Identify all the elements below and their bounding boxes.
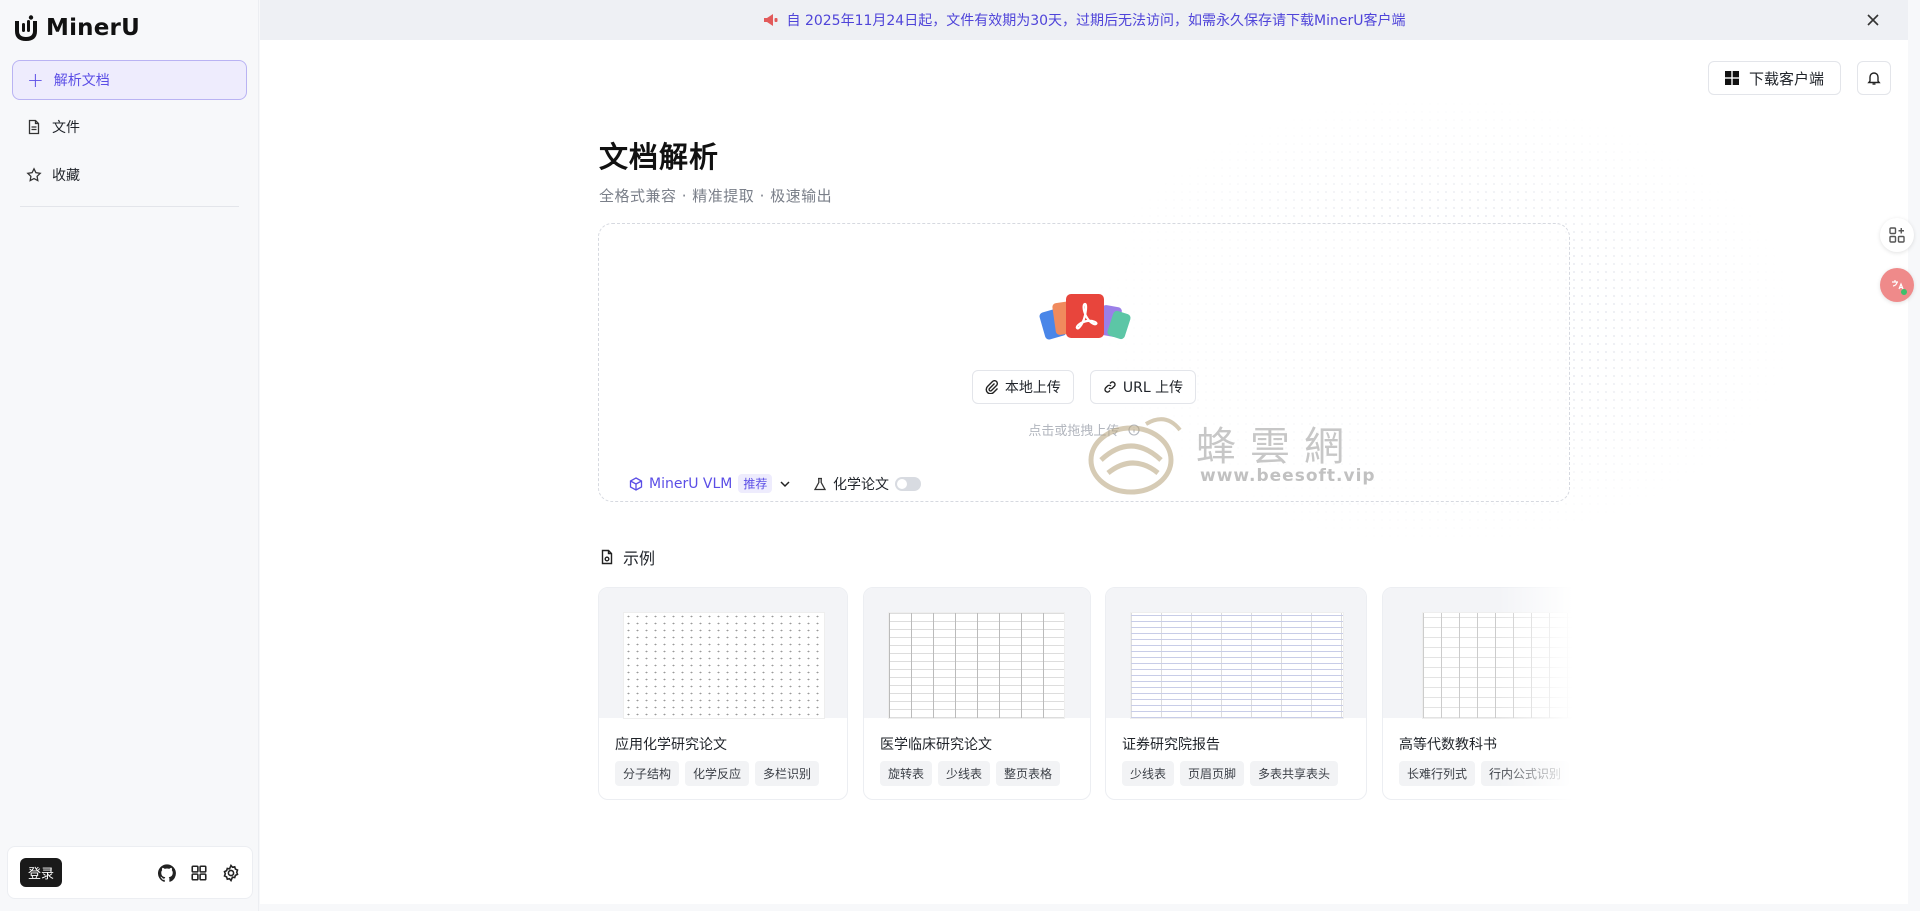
card-tag: 少线表 [1122,761,1175,786]
main-area: 自 2025年11月24日起，文件有效期为30天，过期后无法访问，如需永久保存请… [260,0,1908,904]
watermark-en: www.beesoft.vip [1200,466,1376,486]
example-card-medical[interactable]: 医学临床研究论文 旋转表 少线表 整页表格 [863,587,1091,800]
card-thumbnail [864,588,1090,718]
page-preview [889,613,1064,718]
cards-fade-overlay [1498,587,1573,802]
watermark: 蜂雲網 www.beesoft.vip [1086,410,1386,495]
app-root: MinerU + 解析文档 文件 收藏 登录 自 2025年11月24日起，文件… [0,0,1920,911]
github-icon[interactable] [158,863,176,882]
star-icon [26,167,42,182]
card-tag: 旋转表 [880,761,933,786]
card-tag: 整页表格 [996,761,1061,786]
translate-icon [1887,275,1907,295]
chemistry-paper-label: 化学论文 [833,477,889,493]
paperclip-icon [985,380,998,394]
upload-buttons: 本地上传 URL 上传 [599,370,1569,404]
page-title: 文档解析 [599,140,720,174]
page-preview [624,613,824,718]
file-types-illustration [1039,294,1131,340]
local-upload-label: 本地上传 [1004,380,1061,396]
sidebar-item-files[interactable]: 文件 [12,107,247,147]
sidebar-footer: 登录 [7,846,253,899]
logo-icon [15,15,37,41]
bell-icon [1867,72,1881,85]
download-client-button[interactable]: 下载客户端 [1708,61,1841,95]
login-button[interactable]: 登录 [20,858,63,887]
recommended-badge: 推荐 [738,474,773,493]
new-parse-button[interactable]: + 解析文档 [12,60,247,100]
model-selector[interactable]: MinerU VLM 推荐 [629,474,792,493]
card-tag: 页眉页脚 [1180,761,1245,786]
card-tags: 分子结构 化学反应 多栏识别 [615,761,820,786]
chevron-down-icon[interactable] [778,477,792,491]
card-tags: 少线表 页眉页脚 多表共享表头 [1122,761,1339,786]
plus-icon: + [27,68,44,92]
notifications-button[interactable] [1857,61,1891,95]
url-upload-button[interactable]: URL 上传 [1089,370,1197,404]
url-upload-label: URL 上传 [1122,380,1184,396]
local-upload-button[interactable]: 本地上传 [971,370,1074,404]
flask-icon [813,477,827,491]
translate-button[interactable] [1880,268,1914,302]
chemistry-paper-toggle[interactable] [895,477,921,491]
sidebar-item-favorites[interactable]: 收藏 [12,155,247,195]
example-card-chemistry[interactable]: 应用化学研究论文 分子结构 化学反应 多栏识别 [598,587,848,800]
card-title: 应用化学研究论文 [615,737,727,753]
card-tag: 多表共享表头 [1250,761,1339,786]
sidebar-divider [20,206,239,207]
card-title: 证券研究院报告 [1122,737,1220,753]
sidebar: MinerU + 解析文档 文件 收藏 登录 [0,0,259,911]
new-parse-label: 解析文档 [53,73,110,89]
example-card-securities[interactable]: 证券研究院报告 少线表 页眉页脚 多表共享表头 [1105,587,1367,800]
banner-text: 自 2025年11月24日起，文件有效期为30天，过期后无法访问，如需永久保存请… [786,13,1406,29]
watermark-cn: 蜂雲網 [1196,424,1358,470]
upload-dropzone[interactable]: 本地上传 URL 上传 点击或拖拽上传 MinerU VLM 推荐 化学论文 [598,223,1570,502]
card-thumbnail [1106,588,1366,718]
card-tag: 化学反应 [685,761,750,786]
card-tag: 长难行列式 [1399,761,1476,786]
logo[interactable]: MinerU [12,12,140,44]
apps-button[interactable] [1880,218,1914,252]
apps-add-icon [1889,227,1905,243]
grid-icon[interactable] [190,864,208,882]
notice-banner: 自 2025年11月24日起，文件有效期为30天，过期后无法访问，如需永久保存请… [260,0,1908,40]
examples-heading-label: 示例 [623,549,656,568]
megaphone-icon [763,14,777,26]
card-title: 高等代数教科书 [1399,737,1497,753]
page-subtitle: 全格式兼容 · 精准提取 · 极速输出 [599,187,833,205]
card-tag: 多栏识别 [755,761,820,786]
link-icon [1104,381,1116,393]
example-cards: 应用化学研究论文 分子结构 化学反应 多栏识别 医学临床研究论文 旋转表 少线表… [598,587,1573,802]
model-name: MinerU VLM [649,475,733,492]
sidebar-item-label: 文件 [52,120,80,136]
close-icon[interactable] [1864,11,1882,29]
chemistry-paper-option: 化学论文 [813,474,921,494]
card-tag: 少线表 [938,761,991,786]
floating-tools [1880,218,1914,318]
app-name: MinerU [46,15,140,41]
card-title: 医学临床研究论文 [880,737,992,753]
download-client-label: 下载客户端 [1748,69,1824,88]
bee-logo-icon [1088,417,1182,495]
cube-icon [629,476,643,491]
card-tag: 分子结构 [615,761,680,786]
upload-hint: 点击或拖拽上传 [599,420,1569,439]
windows-icon [1724,71,1739,85]
footer-icons [158,863,240,882]
settings-icon[interactable] [222,863,240,882]
page-preview [1131,613,1343,718]
examples-heading: 示例 [599,545,655,569]
card-tags: 旋转表 少线表 整页表格 [880,761,1061,786]
file-icon [28,119,40,135]
document-icon [601,549,613,565]
sidebar-item-label: 收藏 [52,168,80,184]
card-thumbnail [599,588,847,718]
